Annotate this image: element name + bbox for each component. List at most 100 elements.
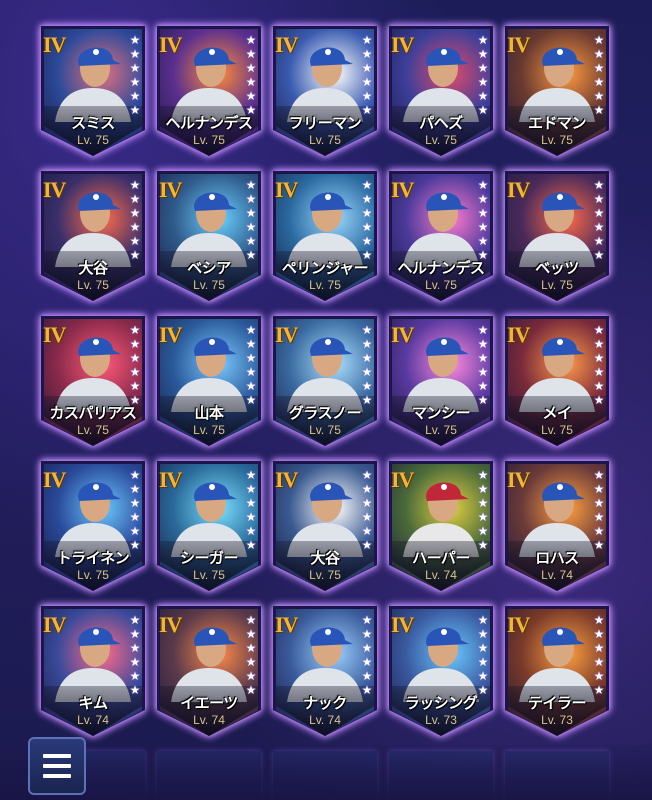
player-level: Lv. 75 bbox=[309, 133, 341, 147]
player-card[interactable]: IV ★ ★ ★ ★ ★ ★ トライネン Lv. 75 bbox=[41, 461, 145, 591]
grade-badge: IV bbox=[391, 322, 414, 347]
player-card[interactable]: IV ★ ★ ★ ★ ★ ★ グラスノー Lv. 75 bbox=[273, 316, 377, 446]
player-card[interactable]: IV ★ ★ ★ ★ ★ ★ 山本 Lv. 75 bbox=[157, 316, 261, 446]
star-icon: ★ bbox=[361, 468, 373, 482]
star-icon: ★ bbox=[593, 33, 605, 47]
star-icon: ★ bbox=[245, 323, 257, 337]
player-card[interactable]: IV ★ ★ ★ ★ ★ ★ 大谷 Lv. 75 bbox=[273, 461, 377, 591]
player-card[interactable]: IV ★ ★ ★ ★ ★ ★ ラッシング Lv. 73 bbox=[389, 606, 493, 736]
player-card[interactable]: IV ★ ★ ★ ★ ★ ★ ヘルナンデス Lv. 75 bbox=[389, 171, 493, 301]
player-name: テイラー bbox=[527, 694, 587, 712]
star-icon: ★ bbox=[361, 655, 373, 669]
star-icon: ★ bbox=[129, 206, 141, 220]
star-icon: ★ bbox=[361, 61, 373, 75]
star-icon: ★ bbox=[245, 655, 257, 669]
player-level: Lv. 75 bbox=[425, 423, 457, 437]
player-card[interactable]: IV ★ ★ ★ ★ ★ ★ ベシア Lv. 75 bbox=[157, 171, 261, 301]
star-rating: ★ ★ ★ ★ ★ ★ bbox=[360, 179, 374, 262]
player-card[interactable]: IV ★ ★ ★ ★ ★ ★ シーガー Lv. 75 bbox=[157, 461, 261, 591]
star-icon: ★ bbox=[245, 510, 257, 524]
star-icon: ★ bbox=[129, 33, 141, 47]
hamburger-menu-icon bbox=[43, 754, 71, 778]
player-name: フリーマン bbox=[288, 114, 362, 132]
star-icon: ★ bbox=[129, 655, 141, 669]
star-icon: ★ bbox=[593, 510, 605, 524]
star-icon: ★ bbox=[477, 482, 489, 496]
player-name: ベッツ bbox=[535, 259, 579, 277]
star-rating: ★ ★ ★ ★ ★ ★ bbox=[360, 34, 374, 117]
star-icon: ★ bbox=[477, 613, 489, 627]
star-icon: ★ bbox=[477, 192, 489, 206]
star-rating: ★ ★ ★ ★ ★ ★ bbox=[360, 324, 374, 407]
star-icon: ★ bbox=[245, 496, 257, 510]
grade-badge: IV bbox=[275, 322, 298, 347]
star-icon: ★ bbox=[129, 89, 141, 103]
player-name: ヘルナンデス bbox=[397, 259, 485, 277]
star-icon: ★ bbox=[361, 47, 373, 61]
star-rating: ★ ★ ★ ★ ★ ★ bbox=[360, 469, 374, 552]
star-icon: ★ bbox=[593, 379, 605, 393]
star-icon: ★ bbox=[593, 351, 605, 365]
star-icon: ★ bbox=[477, 89, 489, 103]
player-card[interactable]: IV ★ ★ ★ ★ ★ ★ マンシー Lv. 75 bbox=[389, 316, 493, 446]
star-rating: ★ ★ ★ ★ ★ ★ bbox=[360, 614, 374, 697]
player-level: Lv. 75 bbox=[425, 133, 457, 147]
player-card[interactable]: IV ★ ★ ★ ★ ★ ★ ペリンジャー Lv. 75 bbox=[273, 171, 377, 301]
player-card[interactable]: IV ★ ★ ★ ★ ★ ★ 大谷 Lv. 75 bbox=[41, 171, 145, 301]
player-card[interactable]: IV ★ ★ ★ ★ ★ ★ テイラー Lv. 73 bbox=[505, 606, 609, 736]
player-card[interactable]: IV ★ ★ ★ ★ ★ ★ フリーマン Lv. 75 bbox=[273, 26, 377, 156]
star-icon: ★ bbox=[361, 510, 373, 524]
player-name: カスパリアス bbox=[49, 404, 137, 422]
star-icon: ★ bbox=[593, 468, 605, 482]
player-name: トライネン bbox=[56, 549, 130, 567]
player-card[interactable]: IV ★ ★ ★ ★ ★ ★ ロハス Lv. 74 bbox=[505, 461, 609, 591]
star-icon: ★ bbox=[477, 655, 489, 669]
menu-button[interactable] bbox=[28, 737, 86, 795]
player-level: Lv. 75 bbox=[309, 278, 341, 292]
star-icon: ★ bbox=[361, 178, 373, 192]
player-level: Lv. 73 bbox=[541, 713, 573, 727]
player-card[interactable]: IV ★ ★ ★ ★ ★ ★ ナック Lv. 74 bbox=[273, 606, 377, 736]
star-icon: ★ bbox=[129, 468, 141, 482]
grade-badge: IV bbox=[507, 177, 530, 202]
star-icon: ★ bbox=[477, 323, 489, 337]
player-card[interactable]: IV ★ ★ ★ ★ ★ ★ エドマン Lv. 75 bbox=[505, 26, 609, 156]
player-card[interactable]: IV ★ ★ ★ ★ ★ ★ イエーツ Lv. 74 bbox=[157, 606, 261, 736]
star-icon: ★ bbox=[593, 641, 605, 655]
star-icon: ★ bbox=[361, 641, 373, 655]
star-rating: ★ ★ ★ ★ ★ ★ bbox=[592, 324, 606, 407]
star-icon: ★ bbox=[361, 234, 373, 248]
star-icon: ★ bbox=[129, 220, 141, 234]
player-card[interactable]: IV ★ ★ ★ ★ ★ ★ キム Lv. 74 bbox=[41, 606, 145, 736]
player-card[interactable]: IV ★ ★ ★ ★ ★ ★ ベッツ Lv. 75 bbox=[505, 171, 609, 301]
grade-badge: IV bbox=[43, 322, 66, 347]
star-icon: ★ bbox=[477, 351, 489, 365]
star-icon: ★ bbox=[477, 365, 489, 379]
player-card[interactable]: IV ★ ★ ★ ★ ★ ★ パヘズ Lv. 75 bbox=[389, 26, 493, 156]
star-icon: ★ bbox=[477, 206, 489, 220]
grade-badge: IV bbox=[159, 32, 182, 57]
star-icon: ★ bbox=[245, 234, 257, 248]
star-icon: ★ bbox=[593, 655, 605, 669]
player-card[interactable]: IV ★ ★ ★ ★ ★ ★ ハーパー Lv. 74 bbox=[389, 461, 493, 591]
star-icon: ★ bbox=[361, 351, 373, 365]
player-card[interactable]: IV ★ ★ ★ ★ ★ ★ カスパリアス Lv. 75 bbox=[41, 316, 145, 446]
grade-badge: IV bbox=[507, 32, 530, 57]
player-card[interactable]: IV ★ ★ ★ ★ ★ ★ ヘルナンデス Lv. 75 bbox=[157, 26, 261, 156]
grade-badge: IV bbox=[43, 467, 66, 492]
star-icon: ★ bbox=[477, 468, 489, 482]
grade-badge: IV bbox=[43, 612, 66, 637]
star-rating: ★ ★ ★ ★ ★ ★ bbox=[128, 469, 142, 552]
player-card[interactable]: IV ★ ★ ★ ★ ★ ★ スミス Lv. 75 bbox=[41, 26, 145, 156]
player-level: Lv. 73 bbox=[425, 713, 457, 727]
star-icon: ★ bbox=[245, 206, 257, 220]
star-icon: ★ bbox=[245, 178, 257, 192]
grade-badge: IV bbox=[275, 177, 298, 202]
player-card[interactable]: IV ★ ★ ★ ★ ★ ★ メイ Lv. 75 bbox=[505, 316, 609, 446]
player-card-grid: IV ★ ★ ★ ★ ★ ★ スミス Lv. 75 IV ★ ★ ★ ★ ★ ★ ヘルナンデス Lv. 75 IV ★… bbox=[0, 0, 652, 800]
star-rating: ★ ★ ★ ★ ★ ★ bbox=[128, 34, 142, 117]
star-icon: ★ bbox=[245, 482, 257, 496]
star-icon: ★ bbox=[129, 379, 141, 393]
star-rating: ★ ★ ★ ★ ★ ★ bbox=[592, 179, 606, 262]
star-icon: ★ bbox=[593, 524, 605, 538]
